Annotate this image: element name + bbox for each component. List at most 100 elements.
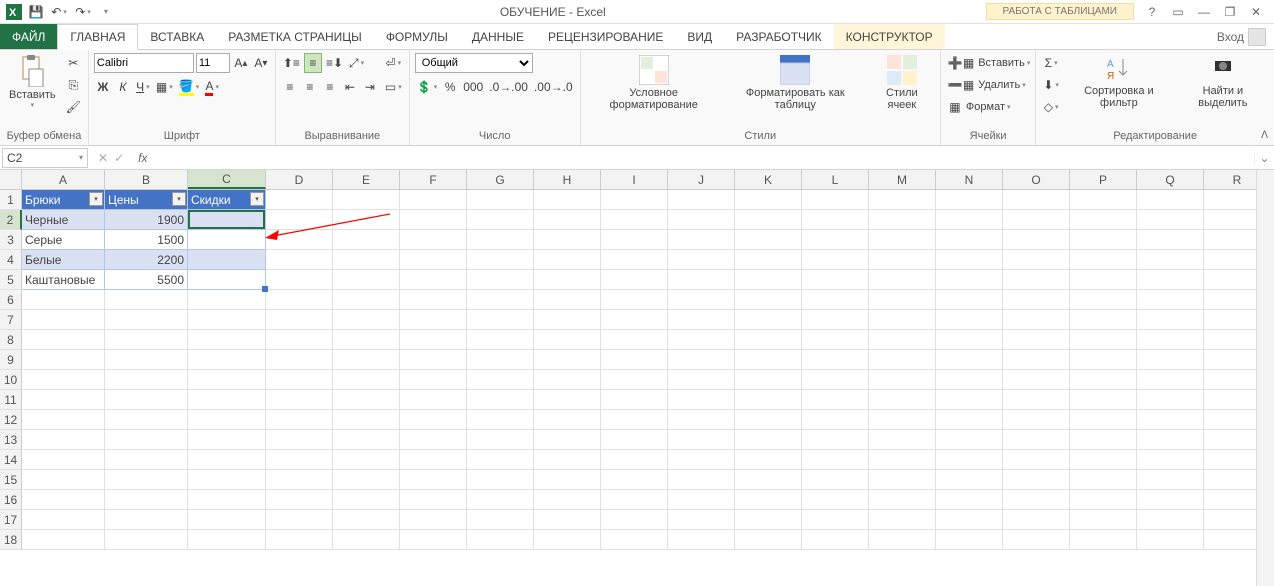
cell-K10[interactable] xyxy=(735,370,802,390)
cell-O9[interactable] xyxy=(1003,350,1070,370)
cell-B16[interactable] xyxy=(105,490,188,510)
cell-M14[interactable] xyxy=(869,450,936,470)
cell-L5[interactable] xyxy=(802,270,869,290)
cell-E18[interactable] xyxy=(333,530,400,550)
cell-A11[interactable] xyxy=(22,390,105,410)
format-as-table-button[interactable]: Форматировать как таблицу xyxy=(726,53,865,113)
align-top-icon[interactable]: ⬆≡ xyxy=(281,53,302,73)
cell-K15[interactable] xyxy=(735,470,802,490)
cell-Q1[interactable] xyxy=(1137,190,1204,210)
cell-H16[interactable] xyxy=(534,490,601,510)
col-header-C[interactable]: C xyxy=(188,170,266,189)
cell-J18[interactable] xyxy=(668,530,735,550)
col-header-Q[interactable]: Q xyxy=(1137,170,1204,189)
insert-cells-icon[interactable]: ➕▦ xyxy=(946,53,976,73)
cell-L1[interactable] xyxy=(802,190,869,210)
cell-I15[interactable] xyxy=(601,470,668,490)
cell-O16[interactable] xyxy=(1003,490,1070,510)
row-header-14[interactable]: 14 xyxy=(0,450,22,470)
cell-C12[interactable] xyxy=(188,410,266,430)
cell-G8[interactable] xyxy=(467,330,534,350)
cell-P4[interactable] xyxy=(1070,250,1137,270)
row-header-8[interactable]: 8 xyxy=(0,330,22,350)
cell-H1[interactable] xyxy=(534,190,601,210)
cell-D4[interactable] xyxy=(266,250,333,270)
cell-K3[interactable] xyxy=(735,230,802,250)
cell-F11[interactable] xyxy=(400,390,467,410)
cell-E6[interactable] xyxy=(333,290,400,310)
cell-C11[interactable] xyxy=(188,390,266,410)
cell-B13[interactable] xyxy=(105,430,188,450)
cell-N6[interactable] xyxy=(936,290,1003,310)
cell-G15[interactable] xyxy=(467,470,534,490)
cell-G11[interactable] xyxy=(467,390,534,410)
cell-P6[interactable] xyxy=(1070,290,1137,310)
cell-M11[interactable] xyxy=(869,390,936,410)
cell-L8[interactable] xyxy=(802,330,869,350)
cell-I16[interactable] xyxy=(601,490,668,510)
cell-I18[interactable] xyxy=(601,530,668,550)
cell-A4[interactable]: Белые xyxy=(22,250,105,270)
cell-J15[interactable] xyxy=(668,470,735,490)
cell-E15[interactable] xyxy=(333,470,400,490)
expand-formula-bar-icon[interactable]: ⌄ xyxy=(1254,151,1274,165)
cell-N1[interactable] xyxy=(936,190,1003,210)
row-header-10[interactable]: 10 xyxy=(0,370,22,390)
cell-H10[interactable] xyxy=(534,370,601,390)
cell-B5[interactable]: 5500 xyxy=(105,270,188,290)
col-header-F[interactable]: F xyxy=(400,170,467,189)
cell-P7[interactable] xyxy=(1070,310,1137,330)
cell-J1[interactable] xyxy=(668,190,735,210)
cell-L11[interactable] xyxy=(802,390,869,410)
cell-I7[interactable] xyxy=(601,310,668,330)
row-header-5[interactable]: 5 xyxy=(0,270,22,290)
cell-J8[interactable] xyxy=(668,330,735,350)
cell-L2[interactable] xyxy=(802,210,869,230)
cell-B18[interactable] xyxy=(105,530,188,550)
cell-D2[interactable] xyxy=(266,210,333,230)
cell-K4[interactable] xyxy=(735,250,802,270)
save-icon[interactable]: 💾 xyxy=(28,4,44,20)
format-cells-icon[interactable]: ▦ xyxy=(946,97,964,117)
cell-G4[interactable] xyxy=(467,250,534,270)
font-color-icon[interactable]: A xyxy=(203,77,221,97)
cell-A8[interactable] xyxy=(22,330,105,350)
col-header-J[interactable]: J xyxy=(668,170,735,189)
cell-C16[interactable] xyxy=(188,490,266,510)
cell-A18[interactable] xyxy=(22,530,105,550)
cell-O14[interactable] xyxy=(1003,450,1070,470)
cell-O3[interactable] xyxy=(1003,230,1070,250)
cell-Q12[interactable] xyxy=(1137,410,1204,430)
currency-icon[interactable]: 💲 xyxy=(415,77,439,97)
row-header-9[interactable]: 9 xyxy=(0,350,22,370)
cell-D3[interactable] xyxy=(266,230,333,250)
cell-G9[interactable] xyxy=(467,350,534,370)
cell-O8[interactable] xyxy=(1003,330,1070,350)
cell-Q9[interactable] xyxy=(1137,350,1204,370)
cell-P8[interactable] xyxy=(1070,330,1137,350)
fill-icon[interactable]: ⬇ xyxy=(1041,75,1061,95)
cell-J6[interactable] xyxy=(668,290,735,310)
cell-F1[interactable] xyxy=(400,190,467,210)
align-right-icon[interactable]: ≡ xyxy=(321,77,339,97)
cell-B4[interactable]: 2200 xyxy=(105,250,188,270)
cell-M16[interactable] xyxy=(869,490,936,510)
copy-icon[interactable]: ⎘ xyxy=(64,75,83,95)
cell-L6[interactable] xyxy=(802,290,869,310)
cell-I8[interactable] xyxy=(601,330,668,350)
format-painter-icon[interactable]: 🖌 xyxy=(64,97,83,117)
align-middle-icon[interactable]: ≡ xyxy=(304,53,322,73)
row-header-1[interactable]: 1 xyxy=(0,190,22,210)
cell-C7[interactable] xyxy=(188,310,266,330)
merge-icon[interactable]: ▭ xyxy=(383,77,404,97)
cell-styles-button[interactable]: Стили ячеек xyxy=(869,53,935,113)
cell-C14[interactable] xyxy=(188,450,266,470)
cell-M1[interactable] xyxy=(869,190,936,210)
cell-H6[interactable] xyxy=(534,290,601,310)
cell-Q18[interactable] xyxy=(1137,530,1204,550)
cell-C17[interactable] xyxy=(188,510,266,530)
redo-icon[interactable]: ↷ xyxy=(74,2,92,22)
cell-K2[interactable] xyxy=(735,210,802,230)
cell-N5[interactable] xyxy=(936,270,1003,290)
conditional-formatting-button[interactable]: Условное форматирование xyxy=(586,53,722,113)
